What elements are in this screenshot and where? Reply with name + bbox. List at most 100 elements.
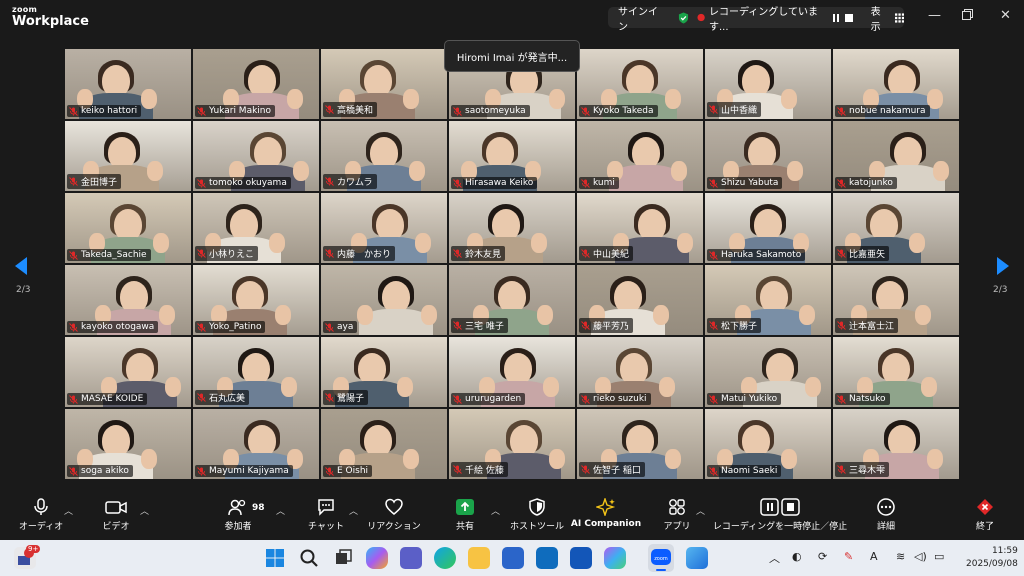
more-button[interactable]: 詳細: [841, 498, 931, 532]
participant-video-tile[interactable]: Matui Yukiko: [704, 336, 832, 408]
waving-hand: [397, 377, 413, 397]
app-ai-icon[interactable]: [570, 547, 592, 569]
participant-video-tile[interactable]: rieko suzuki: [576, 336, 704, 408]
participant-video-tile[interactable]: Mayumi Kajiyama: [192, 408, 320, 480]
participant-video-tile[interactable]: Takeda_Sachie: [64, 192, 192, 264]
volume-icon[interactable]: ◁): [914, 550, 927, 563]
participants-button[interactable]: 参加者: [193, 498, 283, 532]
participant-name: Kyoko Takeda: [593, 106, 654, 116]
participant-name: katojunko: [849, 178, 893, 188]
pause-icon[interactable]: [832, 13, 835, 22]
participant-video-tile[interactable]: Haruka Sakamoto: [704, 192, 832, 264]
apps-button[interactable]: アプリ: [632, 498, 722, 532]
view-button[interactable]: 表示: [871, 3, 889, 33]
cloud-recording-icon: [697, 13, 705, 22]
system-clock[interactable]: 11:59 2025/09/08: [966, 545, 1018, 571]
edge-browser-icon[interactable]: [434, 547, 456, 569]
participant-name: E Oishi: [337, 466, 369, 476]
participant-video-tile[interactable]: 金田博子: [64, 120, 192, 192]
participant-video-tile[interactable]: kumi: [576, 120, 704, 192]
participant-video-tile[interactable]: soga akiko: [64, 408, 192, 480]
photos-icon[interactable]: [686, 547, 708, 569]
participant-video-tile[interactable]: 中山美紀: [576, 192, 704, 264]
pause-stop-recording-icon: [760, 498, 800, 516]
participant-video-tile[interactable]: Kyoko Takeda: [576, 48, 704, 120]
previous-page-arrow-icon[interactable]: [12, 256, 32, 276]
brand-bottom: Workplace: [12, 14, 89, 29]
participant-video-tile[interactable]: 藤平芳乃: [576, 264, 704, 336]
m365-icon[interactable]: [604, 547, 626, 569]
participant-video-tile[interactable]: Naomi Saeki: [704, 408, 832, 480]
participant-video-tile[interactable]: nobue nakamura: [832, 48, 960, 120]
file-explorer-icon[interactable]: [468, 547, 490, 569]
task-view-icon[interactable]: [332, 547, 354, 569]
participant-video-tile[interactable]: ururugarden: [448, 336, 576, 408]
wifi-icon[interactable]: ≋: [896, 550, 905, 563]
next-page-arrow-icon[interactable]: [992, 256, 1012, 276]
security-shield-icon[interactable]: [678, 12, 689, 24]
participant-video-tile[interactable]: 山中香織: [704, 48, 832, 120]
participant-video-tile[interactable]: 三尋木雫: [832, 408, 960, 480]
minimize-icon[interactable]: —: [928, 8, 941, 23]
participant-video-tile[interactable]: 辻本富士江: [832, 264, 960, 336]
waving-hand: [275, 305, 291, 325]
end-meeting-button[interactable]: 終了: [940, 498, 1024, 532]
signin-button[interactable]: サインイン: [618, 3, 664, 33]
stop-icon[interactable]: [844, 13, 853, 22]
participant-video-tile[interactable]: 三宅 唯子: [448, 264, 576, 336]
participant-video-tile[interactable]: 内藤 かおり: [320, 192, 448, 264]
participant-video-tile[interactable]: 鷺陽子: [320, 336, 448, 408]
participant-video-tile[interactable]: E Oishi: [320, 408, 448, 480]
participant-name-tag: カワムラ: [323, 174, 377, 189]
participant-video-tile[interactable]: 比嘉亜矢: [832, 192, 960, 264]
copilot-icon[interactable]: [366, 547, 388, 569]
participant-name: Takeda_Sachie: [81, 250, 147, 260]
search-icon[interactable]: [298, 547, 320, 569]
participant-video-tile[interactable]: aya: [320, 264, 448, 336]
participant-video-tile[interactable]: 松下勝子: [704, 264, 832, 336]
grid-view-icon[interactable]: [894, 12, 905, 23]
recording-pause-stop-mini[interactable]: [832, 13, 853, 22]
participant-name: 佐智子 稲口: [593, 466, 641, 476]
waving-hand: [287, 89, 303, 109]
windows-start-icon[interactable]: [264, 547, 286, 569]
restore-icon[interactable]: [962, 9, 973, 24]
participant-video-tile[interactable]: 高橋美和: [320, 48, 448, 120]
participant-video-tile[interactable]: Natsuko: [832, 336, 960, 408]
participant-video-tile[interactable]: カワムラ: [320, 120, 448, 192]
mic-muted-icon: [709, 394, 718, 404]
participant-video-tile[interactable]: keiko hattori: [64, 48, 192, 120]
store-icon[interactable]: [502, 547, 524, 569]
show-hidden-icons-icon[interactable]: ︿: [769, 550, 780, 566]
participant-video-tile[interactable]: Hirasawa Keiko: [448, 120, 576, 192]
zoom-taskbar-icon[interactable]: zoom: [648, 544, 674, 572]
video-options-chevron-icon[interactable]: ︿: [140, 504, 149, 517]
participant-video-tile[interactable]: Shizu Yabuta: [704, 120, 832, 192]
participant-video-tile[interactable]: 小林りえこ: [192, 192, 320, 264]
apps-options-chevron-icon[interactable]: ︿: [696, 504, 705, 517]
participant-video-tile[interactable]: 鈴木友見: [448, 192, 576, 264]
participant-video-tile[interactable]: 石丸広美: [192, 336, 320, 408]
participant-name-tag: Yoko_Patino: [195, 321, 266, 333]
participant-name-tag: 佐智子 稲口: [579, 462, 645, 477]
ime-mode-icon[interactable]: A: [870, 550, 878, 563]
tray-app-icon-2[interactable]: ✎: [844, 550, 853, 563]
participant-video-tile[interactable]: tomoko okuyama: [192, 120, 320, 192]
tray-app-icon-1[interactable]: ◐: [792, 550, 802, 563]
participant-video-tile[interactable]: 佐智子 稲口: [576, 408, 704, 480]
outlook-icon[interactable]: [536, 547, 558, 569]
participant-video-tile[interactable]: 千絵 佐藤: [448, 408, 576, 480]
participant-name-tag: Shizu Yabuta: [707, 177, 783, 189]
participant-video-tile[interactable]: katojunko: [832, 120, 960, 192]
participant-name-tag: Yukari Makino: [195, 105, 276, 117]
tray-sync-icon[interactable]: ⟳: [818, 550, 827, 563]
participant-video-tile[interactable]: MASAE KOIDE: [64, 336, 192, 408]
pause-stop-recording-button[interactable]: レコーディングを一時停止／停止: [710, 498, 850, 532]
participant-video-tile[interactable]: Yoko_Patino: [192, 264, 320, 336]
participant-video-tile[interactable]: kayoko otogawa: [64, 264, 192, 336]
close-icon[interactable]: ✕: [1000, 8, 1011, 23]
teams-icon[interactable]: [400, 547, 422, 569]
battery-icon[interactable]: ▭: [934, 550, 944, 563]
participant-video-tile[interactable]: Yukari Makino: [192, 48, 320, 120]
svg-text:zoom: zoom: [654, 556, 668, 562]
